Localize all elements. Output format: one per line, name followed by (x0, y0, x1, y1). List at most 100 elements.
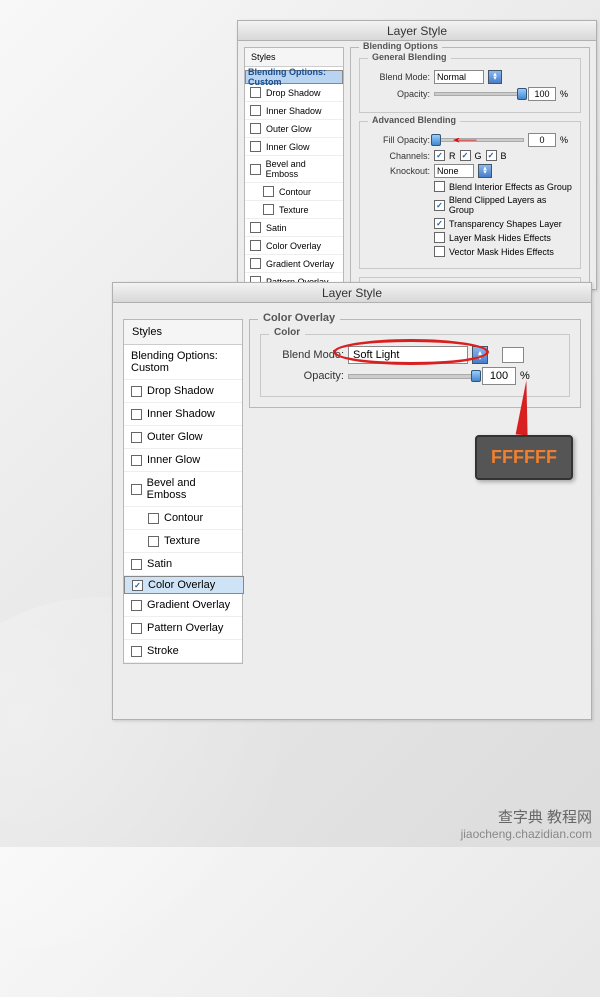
opacity-slider[interactable] (434, 92, 524, 96)
style-checkbox[interactable] (250, 222, 261, 233)
opacity-input-2[interactable] (482, 367, 516, 385)
style-checkbox[interactable] (131, 600, 142, 611)
style-checkbox[interactable] (131, 386, 142, 397)
style-checkbox[interactable] (131, 455, 142, 466)
style-item[interactable]: Satin (124, 553, 242, 576)
style-item[interactable]: Texture (124, 530, 242, 553)
style-label: Satin (147, 558, 172, 570)
style-label: Gradient Overlay (147, 599, 230, 611)
style-checkbox[interactable] (263, 186, 274, 197)
style-item[interactable]: Texture (245, 201, 343, 219)
style-item[interactable]: Contour (245, 183, 343, 201)
style-item[interactable]: Outer Glow (245, 120, 343, 138)
style-item[interactable]: Blending Options: Custom (124, 345, 242, 380)
style-label: Drop Shadow (147, 385, 214, 397)
style-label: Inner Glow (147, 454, 200, 466)
channels-label: Channels: (368, 151, 430, 161)
style-item[interactable]: Gradient Overlay (124, 594, 242, 617)
option-label: Layer Mask Hides Effects (449, 233, 551, 243)
style-item[interactable]: Contour (124, 507, 242, 530)
style-checkbox[interactable] (250, 164, 261, 175)
style-item[interactable]: Outer Glow (124, 426, 242, 449)
knockout-select[interactable]: None (434, 164, 474, 178)
style-item[interactable]: Gradient Overlay (245, 255, 343, 273)
blend-mode-select-2[interactable]: Soft Light (348, 346, 468, 364)
style-checkbox[interactable] (250, 141, 261, 152)
channel-r-checkbox[interactable] (434, 150, 445, 161)
color-callout: FFFFFF (475, 435, 573, 480)
style-label: Color Overlay (266, 241, 321, 251)
option-label: Blend Interior Effects as Group (449, 182, 572, 192)
style-checkbox[interactable] (132, 580, 143, 591)
arrow-annotation: ← (445, 127, 485, 148)
style-item[interactable]: Inner Shadow (124, 403, 242, 426)
style-checkbox[interactable] (131, 559, 142, 570)
layer-style-panel-2: Layer Style Styles Blending Options: Cus… (112, 282, 592, 720)
option-label: Blend Clipped Layers as Group (449, 195, 572, 215)
style-checkbox[interactable] (250, 240, 261, 251)
style-checkbox[interactable] (131, 646, 142, 657)
style-label: Outer Glow (147, 431, 203, 443)
style-item[interactable]: Color Overlay (124, 576, 244, 594)
opacity-label-2: Opacity: (269, 370, 344, 382)
style-item[interactable]: Bevel and Emboss (124, 472, 242, 507)
fill-opacity-input[interactable] (528, 133, 556, 147)
style-item[interactable]: Blending Options: Custom (245, 70, 343, 84)
opacity-slider-2[interactable] (348, 374, 478, 379)
style-label: Inner Shadow (147, 408, 215, 420)
style-label: Inner Glow (266, 142, 310, 152)
color-swatch[interactable] (502, 347, 524, 363)
option-label: Vector Mask Hides Effects (449, 247, 554, 257)
blend-mode-arrows[interactable]: ▴▾ (488, 70, 502, 84)
style-item[interactable]: Inner Shadow (245, 102, 343, 120)
style-item[interactable]: Stroke (124, 640, 242, 663)
knockout-arrows[interactable]: ▴▾ (478, 164, 492, 178)
channel-b-checkbox[interactable] (486, 150, 497, 161)
channel-b: B (501, 151, 507, 161)
pct: % (560, 135, 568, 145)
style-label: Bevel and Emboss (147, 477, 235, 501)
style-checkbox[interactable] (263, 204, 274, 215)
style-item[interactable]: Color Overlay (245, 237, 343, 255)
style-checkbox[interactable] (131, 432, 142, 443)
style-label: Inner Shadow (266, 106, 322, 116)
watermark: 查字典 教程网 jiaocheng.chazidian.com (461, 806, 592, 841)
option-label: Transparency Shapes Layer (449, 219, 562, 229)
option-checkbox[interactable] (434, 200, 445, 211)
style-item[interactable]: Pattern Overlay (124, 617, 242, 640)
style-checkbox[interactable] (250, 105, 261, 116)
knockout-label: Knockout: (368, 166, 430, 176)
channel-g: G (475, 151, 482, 161)
option-checkbox[interactable] (434, 218, 445, 229)
layer-style-panel-1: Layer Style Styles Blending Options: Cus… (237, 20, 597, 290)
style-checkbox[interactable] (148, 536, 159, 547)
style-checkbox[interactable] (131, 484, 142, 495)
style-label: Stroke (147, 645, 179, 657)
style-checkbox[interactable] (131, 409, 142, 420)
opacity-input[interactable] (528, 87, 556, 101)
style-label: Drop Shadow (266, 88, 321, 98)
style-item[interactable]: Inner Glow (245, 138, 343, 156)
style-checkbox[interactable] (250, 258, 261, 269)
option-checkbox[interactable] (434, 181, 445, 192)
advanced-blending-legend: Advanced Blending (368, 115, 460, 125)
style-item[interactable]: Drop Shadow (124, 380, 242, 403)
opacity-label: Opacity: (368, 89, 430, 99)
channel-g-checkbox[interactable] (460, 150, 471, 161)
style-checkbox[interactable] (250, 87, 261, 98)
blending-options-legend: Blending Options (359, 41, 442, 51)
watermark-title: 查字典 教程网 (461, 806, 592, 827)
blend-mode-select[interactable]: Normal (434, 70, 484, 84)
option-checkbox[interactable] (434, 246, 445, 257)
style-item[interactable]: Bevel and Emboss (245, 156, 343, 183)
style-label: Pattern Overlay (147, 622, 223, 634)
option-checkbox[interactable] (434, 232, 445, 243)
style-item[interactable]: Inner Glow (124, 449, 242, 472)
style-checkbox[interactable] (250, 123, 261, 134)
style-label: Outer Glow (266, 124, 312, 134)
style-checkbox[interactable] (131, 623, 142, 634)
style-checkbox[interactable] (148, 513, 159, 524)
blend-mode-arrows-2[interactable]: ▴▾ (472, 346, 488, 364)
style-item[interactable]: Satin (245, 219, 343, 237)
channel-r: R (449, 151, 456, 161)
